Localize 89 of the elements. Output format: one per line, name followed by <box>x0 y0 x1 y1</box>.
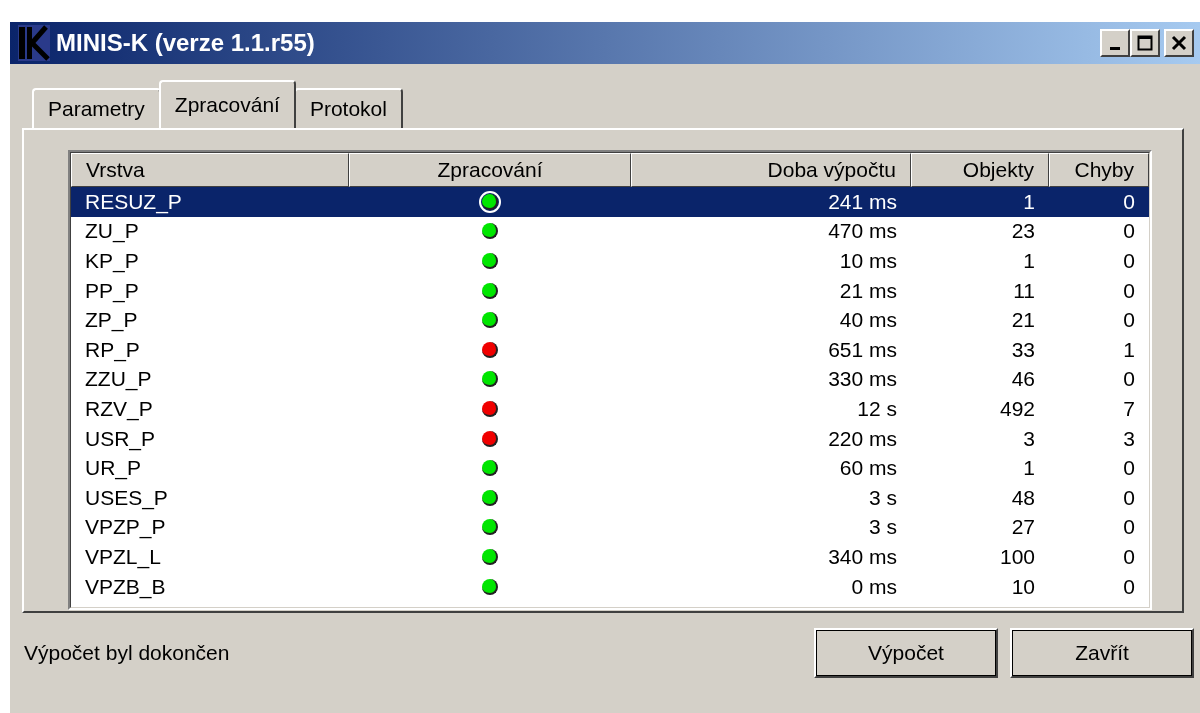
table-row[interactable]: RZV_P 12 s 492 7 <box>71 394 1149 424</box>
table-row[interactable]: UR_P 60 ms 1 0 <box>71 453 1149 483</box>
table-cell-text: 48 <box>1010 484 1036 511</box>
table-cell-text: USR_P <box>84 425 157 453</box>
table-cell-text: 1 <box>1022 188 1036 215</box>
table-row[interactable]: PP_P 21 ms 11 0 <box>71 275 1149 306</box>
table-row[interactable]: KP_P 10 ms 1 0 <box>71 246 1149 276</box>
table-cell-text: 340 ms <box>827 543 898 570</box>
table-cell-text: 0 <box>1122 218 1136 245</box>
table-row[interactable]: VPZB_B 0 ms 10 0 <box>71 571 1149 602</box>
table-cell-text: 3 <box>1022 425 1036 452</box>
table-cell-text: 12 s <box>856 395 898 422</box>
table-cell-text: 0 <box>1122 277 1136 304</box>
dialog-button[interactable]: Zavřít <box>1010 628 1194 678</box>
close-button[interactable] <box>1164 29 1194 57</box>
table-row[interactable]: USES_P 3 s 48 0 <box>71 482 1149 513</box>
minimize-button[interactable] <box>1100 29 1130 57</box>
table-cell-text: 1 <box>1022 248 1036 274</box>
table-cell-text: 46 <box>1010 366 1036 393</box>
table-cell-text: 492 <box>998 395 1036 422</box>
maximize-button[interactable] <box>1130 29 1160 57</box>
table-cell-text: 1 <box>1022 455 1036 482</box>
table-cell-text: 1 <box>1122 336 1136 363</box>
column-header[interactable]: Chyby <box>1049 153 1149 187</box>
table-cell-text: 220 ms <box>827 425 898 452</box>
table-cell-text: 0 <box>1122 543 1136 570</box>
table-cell-text: 21 ms <box>838 277 898 304</box>
status-text: Výpočet byl dokončen <box>24 641 231 665</box>
table-cell-text: 23 <box>1010 218 1036 245</box>
table-cell-text: 241 ms <box>827 188 898 215</box>
table-cell-text: 0 <box>1122 514 1136 541</box>
column-header[interactable]: Objekty <box>911 153 1049 187</box>
app-logo-icon <box>18 25 50 61</box>
table-cell-text: 0 ms <box>850 573 898 600</box>
table-cell-text: 33 <box>1010 336 1036 363</box>
table-cell-text: VPZP_P <box>84 514 167 541</box>
table-cell-text: 330 ms <box>827 366 898 393</box>
table-cell-text: PP_P <box>84 277 140 305</box>
tab[interactable]: Zpracování <box>158 80 296 128</box>
tab[interactable]: Protokol <box>293 88 403 128</box>
table-cell-text: 0 <box>1122 484 1136 511</box>
table-row[interactable]: ZZU_P 330 ms 46 0 <box>71 364 1149 395</box>
table-cell-text: 10 ms <box>838 248 898 274</box>
table-cell-text: USES_P <box>84 484 169 512</box>
tab[interactable]: Parametry <box>32 88 161 128</box>
table-row[interactable]: VPZL_L 340 ms 100 0 <box>71 542 1149 572</box>
table-cell-text: UR_P <box>84 455 143 482</box>
table-cell-text: 0 <box>1122 307 1136 334</box>
column-header[interactable]: Doba výpočtu <box>631 153 911 187</box>
table-cell-text: 0 <box>1122 248 1136 274</box>
table-row[interactable]: ZU_P 470 ms 23 0 <box>71 216 1149 247</box>
table-cell-text: 3 <box>1122 425 1136 452</box>
table-row[interactable]: VPZP_P 3 s 27 0 <box>71 512 1149 543</box>
table-cell-text: VPZL_L <box>84 543 162 571</box>
dialog-button[interactable]: Výpočet <box>814 628 998 678</box>
table-cell-text: RP_P <box>84 336 141 364</box>
table-cell-text: ZU_P <box>84 218 140 245</box>
maximize-icon <box>1137 35 1153 51</box>
table-cell-text: 27 <box>1010 514 1036 541</box>
table-cell-text: 0 <box>1122 366 1136 393</box>
table-cell-text: 0 <box>1122 455 1136 482</box>
table-cell-text: ZZU_P <box>84 366 153 393</box>
window-title: MINIS-K (verze 1.1.r55) <box>56 29 316 57</box>
column-header[interactable]: Vrstva <box>71 153 349 187</box>
table-cell-text: 21 <box>1010 307 1036 334</box>
table-cell-text: 60 ms <box>838 455 898 482</box>
column-header[interactable]: Zpracování <box>349 153 631 187</box>
table-cell-text: 40 ms <box>838 307 898 334</box>
table-cell-text: 100 <box>998 543 1036 570</box>
table-cell-text: KP_P <box>84 248 140 275</box>
table-row[interactable]: ZP_P 40 ms 21 0 <box>71 305 1149 335</box>
table-cell-text: 0 <box>1122 573 1136 600</box>
close-icon <box>1171 35 1187 51</box>
table-cell-text: 3 s <box>868 484 898 511</box>
table-row[interactable]: RESUZ_P 241 ms 1 0 <box>71 187 1149 217</box>
minimize-icon <box>1110 46 1120 50</box>
table-cell-text: 11 <box>1012 277 1036 304</box>
table-cell-text: VPZB_B <box>84 573 167 601</box>
table-row[interactable]: RP_P 651 ms 33 1 <box>71 334 1149 365</box>
table-cell-text: 470 ms <box>827 218 898 245</box>
table-cell-text: 3 s <box>868 514 898 541</box>
table-cell-text: 7 <box>1122 395 1136 422</box>
table-cell-text: ZP_P <box>84 307 139 334</box>
table-cell-text: 0 <box>1122 188 1136 215</box>
table-cell-text: RESUZ_P <box>84 188 183 216</box>
table-cell-text: RZV_P <box>84 395 154 423</box>
table-cell-text: 651 ms <box>827 336 898 363</box>
table-cell-text: 10 <box>1010 573 1036 600</box>
table-row[interactable]: USR_P 220 ms 3 3 <box>71 423 1149 454</box>
